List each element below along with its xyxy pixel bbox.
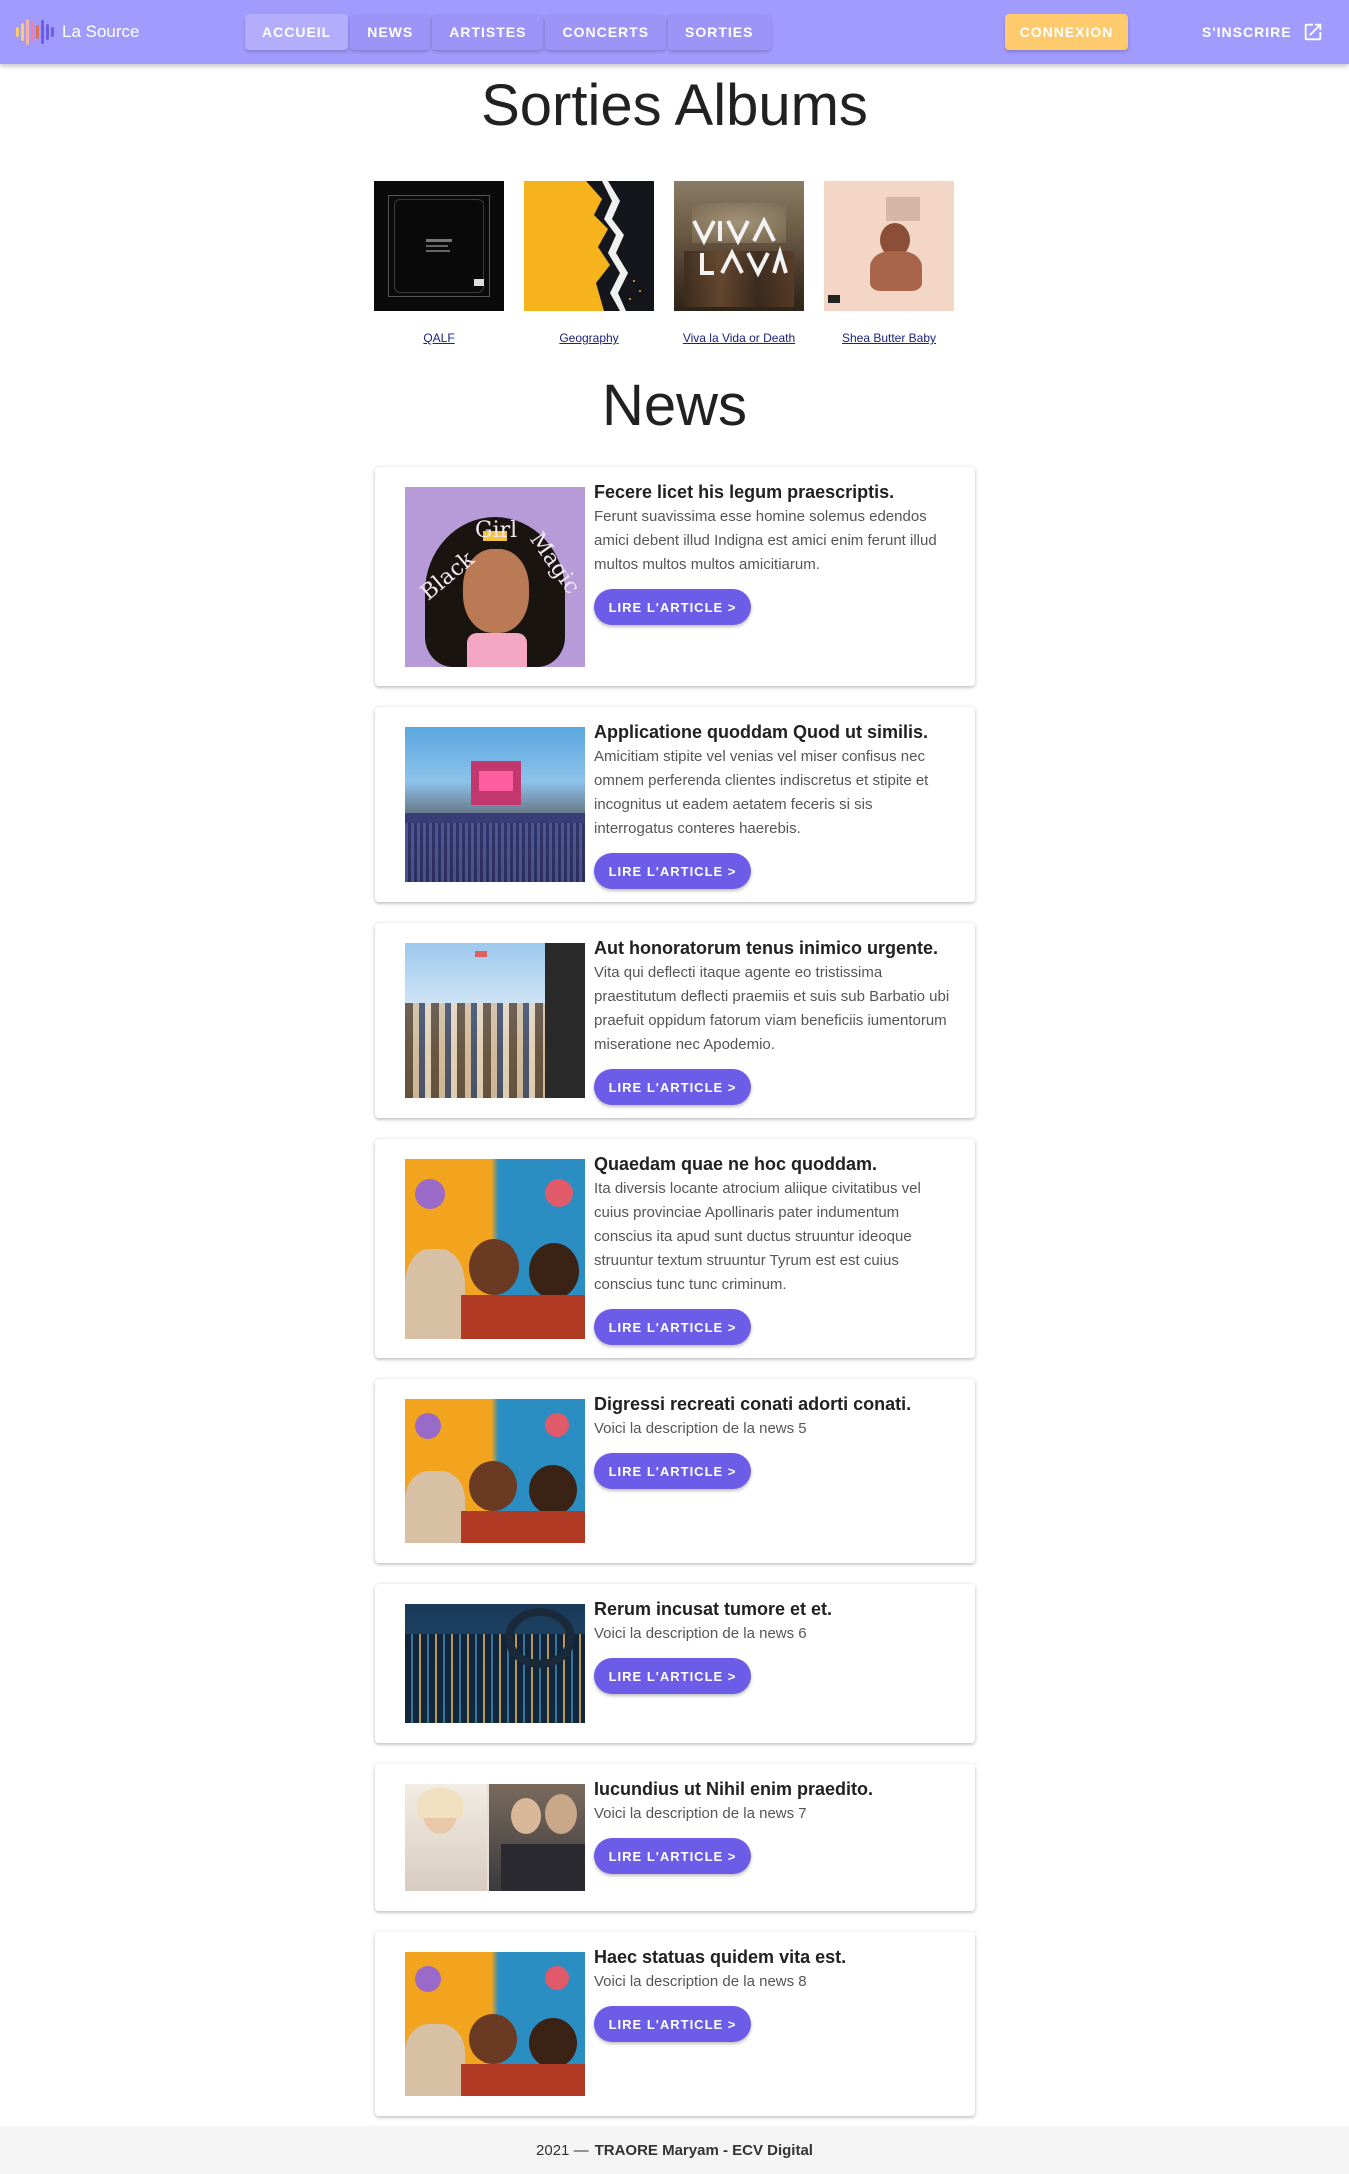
news-card: Haec statuas quidem vita est. Voici la d… xyxy=(375,1932,975,2116)
read-article-button[interactable]: LIRE L'ARTICLE > xyxy=(594,1838,751,1874)
news-title: Fecere licet his legum praescriptis. xyxy=(594,482,895,502)
album-cover-viva-la-vida[interactable] xyxy=(674,181,804,311)
open-in-new-icon xyxy=(1304,23,1321,41)
album-item[interactable]: Viva la Vida or Death xyxy=(674,181,804,345)
news-image-mixing-console xyxy=(405,1604,585,1723)
album-title[interactable]: Viva la Vida or Death xyxy=(683,331,795,345)
news-title: Digressi recreati conati adorti conati. xyxy=(594,1394,912,1414)
news-title: News xyxy=(601,373,748,438)
footer-author: TRAORE Maryam - ECV Digital xyxy=(594,2141,813,2159)
news-card-body: Digressi recreati conati adorti conati. … xyxy=(594,1391,954,1489)
news-card-body: Iucundius ut Nihil enim praedito. Voici … xyxy=(594,1776,954,1874)
news-title: Haec statuas quidem vita est. xyxy=(594,1947,847,1967)
album-title[interactable]: Geography xyxy=(559,331,618,345)
equalizer-logo-icon xyxy=(16,18,54,46)
news-image-festival-stage xyxy=(405,727,585,882)
svg-text:Black: Black xyxy=(416,546,480,605)
news-image-artist-portraits xyxy=(405,1784,585,1891)
tab-concerts[interactable]: CONCERTS xyxy=(545,14,667,50)
albums-title: Sorties Albums xyxy=(481,73,868,138)
album-cover-qalf[interactable] xyxy=(374,181,504,311)
news-description: Vita qui deflecti itaque agente eo trist… xyxy=(594,964,950,1053)
album-cover-geography[interactable] xyxy=(524,181,654,311)
login-button[interactable]: CONNEXION xyxy=(1005,14,1128,50)
album-item[interactable]: Geography xyxy=(524,181,654,345)
album-cover-shea-butter-baby[interactable] xyxy=(824,181,954,311)
news-card-body: Quaedam quae ne hoc quoddam. Ita diversi… xyxy=(594,1151,954,1345)
read-article-button[interactable]: LIRE L'ARTICLE > xyxy=(594,1453,751,1489)
news-image-painted-faces xyxy=(405,1952,585,2096)
signup-button[interactable]: S'INSCRIRE xyxy=(1190,14,1336,50)
news-card: Black Girl Magic Fecere licet his legum … xyxy=(375,467,975,686)
brand-name: La Source xyxy=(62,22,140,41)
news-card-body: Aut honoratorum tenus inimico urgente. V… xyxy=(594,935,954,1105)
news-card: Iucundius ut Nihil enim praedito. Voici … xyxy=(375,1764,975,1911)
tab-artistes[interactable]: ARTISTES xyxy=(432,14,544,50)
news-description: Ita diversis locante atrocium aliique ci… xyxy=(594,1180,921,1293)
read-article-button[interactable]: LIRE L'ARTICLE > xyxy=(594,853,751,889)
news-card: Quaedam quae ne hoc quoddam. Ita diversi… xyxy=(375,1139,975,1358)
brand[interactable]: La Source xyxy=(16,18,140,46)
news-card-body: Rerum incusat tumore et et. Voici la des… xyxy=(594,1596,954,1694)
read-article-button[interactable]: LIRE L'ARTICLE > xyxy=(594,2006,751,2042)
news-description: Voici la description de la news 5 xyxy=(594,1420,807,1437)
news-card: Rerum incusat tumore et et. Voici la des… xyxy=(375,1584,975,1743)
app-bar: La Source ACCUEIL NEWS ARTISTES CONCERTS… xyxy=(0,0,1349,64)
album-title[interactable]: QALF xyxy=(423,331,454,345)
news-image-painted-faces xyxy=(405,1399,585,1543)
svg-text:Girl: Girl xyxy=(475,518,517,543)
news-title: Iucundius ut Nihil enim praedito. xyxy=(594,1779,874,1799)
svg-text:Magic: Magic xyxy=(524,528,584,599)
news-image-painted-faces xyxy=(405,1159,585,1339)
read-article-button[interactable]: LIRE L'ARTICLE > xyxy=(594,1309,751,1345)
news-card-body: Fecere licet his legum praescriptis. Fer… xyxy=(594,479,954,625)
footer: 2021 — TRAORE Maryam - ECV Digital xyxy=(0,2126,1349,2174)
signup-label: S'INSCRIRE xyxy=(1202,24,1292,40)
news-description: Voici la description de la news 8 xyxy=(594,1973,807,1990)
news-card: Digressi recreati conati adorti conati. … xyxy=(375,1379,975,1563)
tab-accueil[interactable]: ACCUEIL xyxy=(245,14,349,50)
read-article-button[interactable]: LIRE L'ARTICLE > xyxy=(594,589,751,625)
read-article-button[interactable]: LIRE L'ARTICLE > xyxy=(594,1658,751,1694)
news-card: Aut honoratorum tenus inimico urgente. V… xyxy=(375,923,975,1118)
news-card-body: Applicatione quoddam Quod ut similis. Am… xyxy=(594,719,954,889)
album-title[interactable]: Shea Butter Baby xyxy=(842,331,936,345)
news-card: Applicatione quoddam Quod ut similis. Am… xyxy=(375,707,975,902)
footer-year: 2021 — xyxy=(536,2141,589,2159)
news-title: Applicatione quoddam Quod ut similis. xyxy=(594,722,929,742)
album-list: QALF Geography Viva la Vida or Death She… xyxy=(374,181,954,345)
tab-news[interactable]: NEWS xyxy=(350,14,431,50)
news-description: Voici la description de la news 7 xyxy=(594,1805,807,1822)
news-image-black-girl-magic: Black Girl Magic xyxy=(405,487,585,667)
news-description: Voici la description de la news 6 xyxy=(594,1625,807,1642)
news-title: Aut honoratorum tenus inimico urgente. xyxy=(594,938,939,958)
read-article-button[interactable]: LIRE L'ARTICLE > xyxy=(594,1069,751,1105)
news-title: Rerum incusat tumore et et. xyxy=(594,1599,833,1619)
album-item[interactable]: Shea Butter Baby xyxy=(824,181,954,345)
main-nav: ACCUEIL NEWS ARTISTES CONCERTS SORTIES xyxy=(245,14,771,50)
album-item[interactable]: QALF xyxy=(374,181,504,345)
news-description: Ferunt suavissima esse homine solemus ed… xyxy=(594,508,937,573)
tab-sorties[interactable]: SORTIES xyxy=(668,14,771,50)
news-description: Amicitiam stipite vel venias vel miser c… xyxy=(594,748,929,837)
news-image-festival-crowd xyxy=(405,943,585,1098)
news-card-body: Haec statuas quidem vita est. Voici la d… xyxy=(594,1944,954,2042)
news-title: Quaedam quae ne hoc quoddam. xyxy=(594,1154,878,1174)
